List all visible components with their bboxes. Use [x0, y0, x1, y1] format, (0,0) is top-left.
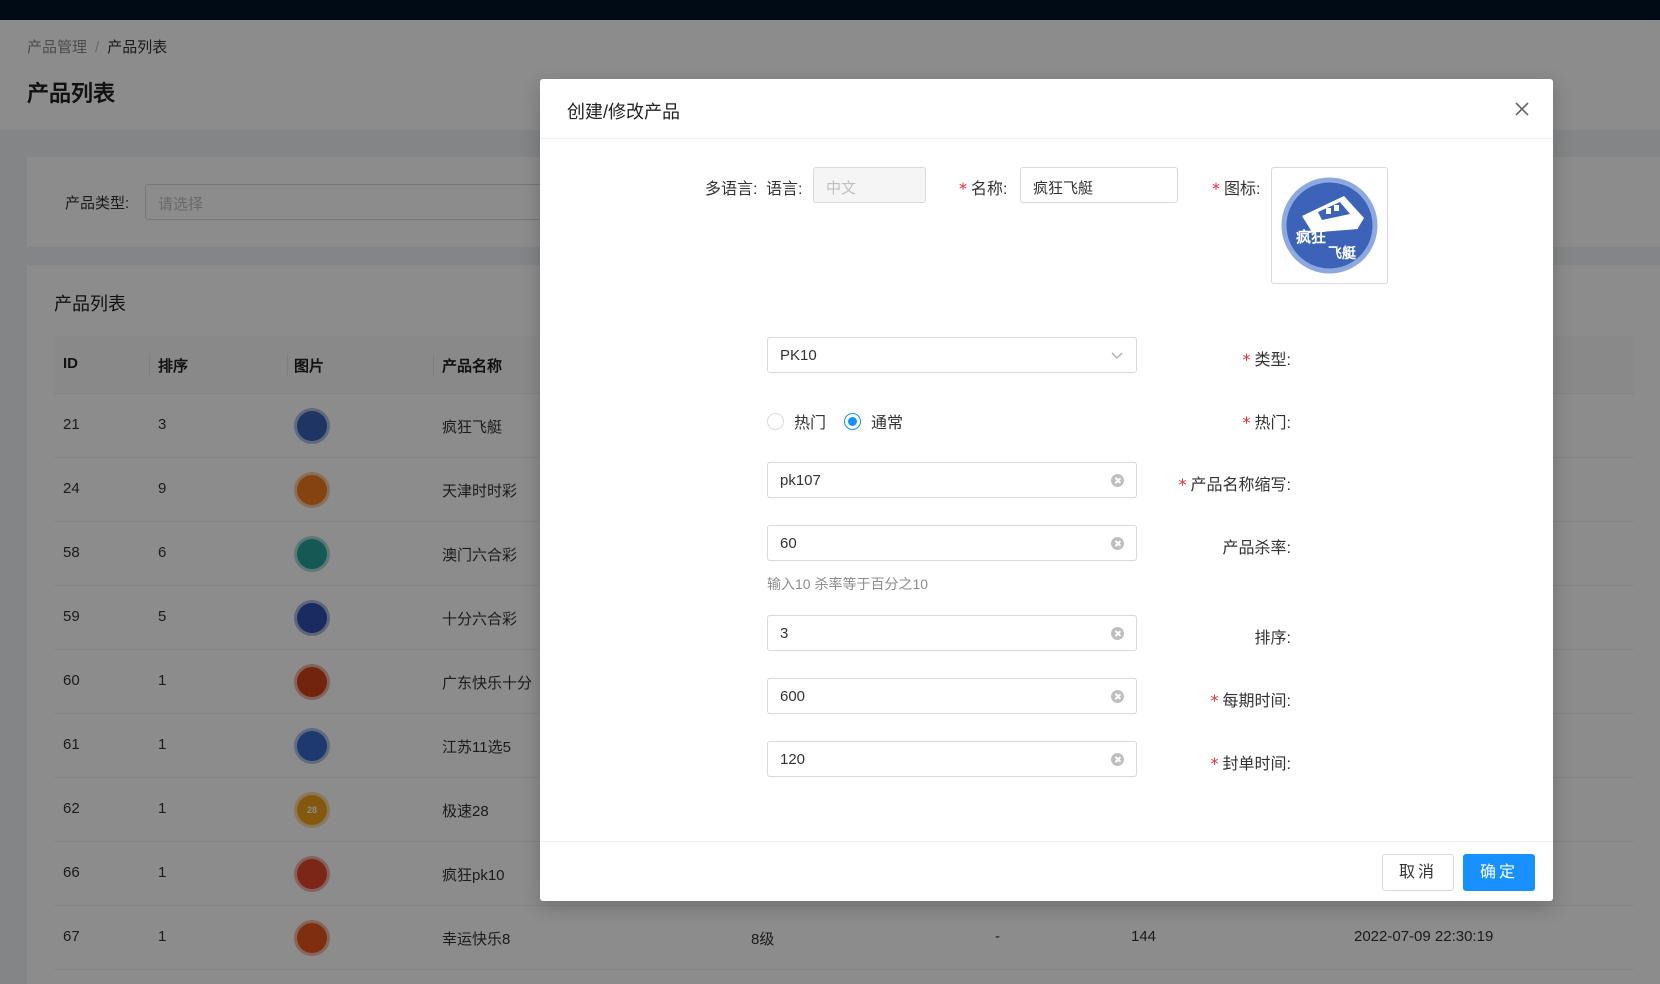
- abbr-label: * 产品名称缩写:: [1178, 475, 1291, 494]
- create-edit-product-modal: 创建/修改产品 多语言: 语言: 中文 * 名称: 疯狂飞艇 * 图标: 疯狂 飞艇…: [540, 79, 1553, 901]
- kill-rate-input-value: 60: [780, 535, 797, 552]
- modal-footer: 取消 确定: [540, 841, 1553, 901]
- period-time-input-value: 600: [780, 688, 806, 705]
- icon-text-bottom: 飞艇: [1328, 245, 1357, 262]
- chevron-down-icon: [1111, 352, 1123, 359]
- close-time-input-value: 120: [780, 751, 806, 768]
- clear-icon[interactable]: [1111, 474, 1124, 487]
- clear-icon[interactable]: [1111, 753, 1124, 766]
- modal-header: 创建/修改产品: [540, 79, 1553, 139]
- icon-label: * 图标:: [1212, 179, 1261, 198]
- name-label: * 名称:: [959, 179, 1008, 198]
- ok-button[interactable]: 确定: [1463, 854, 1535, 891]
- close-time-input[interactable]: 120: [767, 741, 1137, 777]
- type-select-value: PK10: [780, 347, 817, 364]
- abbr-input[interactable]: pk107: [767, 462, 1137, 498]
- language-label: 语言:: [766, 181, 803, 198]
- cancel-button[interactable]: 取消: [1382, 854, 1454, 891]
- radio-normal-label: 通常: [871, 415, 904, 432]
- clear-icon[interactable]: [1111, 537, 1124, 550]
- boat-icon: 疯狂 飞艇: [1281, 177, 1378, 274]
- abbr-input-value: pk107: [780, 472, 821, 489]
- name-input[interactable]: 疯狂飞艇: [1020, 167, 1178, 203]
- multilang-label: 多语言:: [705, 181, 758, 198]
- kill-rate-input[interactable]: 60: [767, 525, 1137, 561]
- period-time-input[interactable]: 600: [767, 678, 1137, 714]
- hot-label: * 热门:: [1242, 413, 1291, 432]
- kill-rate-label: 产品杀率:: [1222, 540, 1291, 557]
- radio-normal-dot: [844, 412, 861, 430]
- close-icon[interactable]: [1510, 97, 1534, 121]
- clear-icon[interactable]: [1111, 627, 1124, 640]
- clear-icon[interactable]: [1111, 690, 1124, 703]
- radio-hot-dot: [767, 412, 784, 430]
- kill-rate-hint: 输入10 杀率等于百分之10: [767, 576, 929, 592]
- radio-hot-label: 热门: [794, 415, 827, 432]
- period-time-label: * 每期时间:: [1210, 691, 1291, 710]
- icon-text-top: 疯狂: [1296, 228, 1326, 246]
- sort-input-value: 3: [780, 625, 789, 642]
- close-time-label: * 封单时间:: [1210, 754, 1291, 773]
- language-input[interactable]: 中文: [813, 167, 926, 203]
- sort-input[interactable]: 3: [767, 615, 1137, 651]
- modal-title: 创建/修改产品: [567, 102, 681, 122]
- type-label: * 类型:: [1242, 350, 1291, 369]
- radio-hot[interactable]: 热门: [767, 409, 826, 433]
- type-select[interactable]: PK10: [767, 337, 1137, 373]
- sort-label: 排序:: [1254, 630, 1291, 647]
- icon-upload[interactable]: 疯狂 飞艇: [1271, 167, 1388, 284]
- radio-normal[interactable]: 通常: [844, 409, 903, 433]
